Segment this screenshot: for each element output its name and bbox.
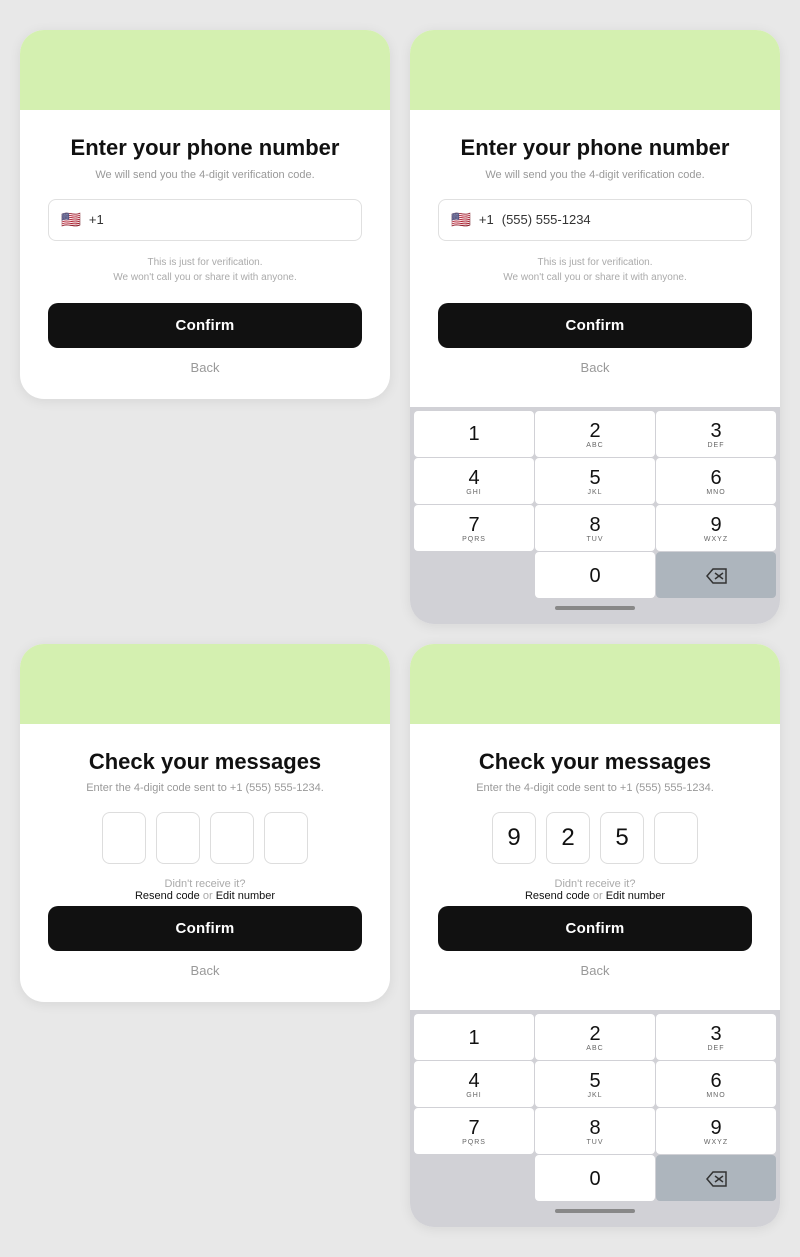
key4-0[interactable]: 0: [535, 1155, 655, 1201]
key-3[interactable]: 3DEF: [656, 411, 776, 457]
card-body-1: Enter your phone number We will send you…: [20, 110, 390, 399]
edit-number-link-4[interactable]: Edit number: [606, 890, 665, 902]
keypad-grid-4: 1 2ABC 3DEF 4GHI 5JKL 6MNO 7PQRS 8TUV 9W…: [414, 1014, 776, 1201]
confirm-button-2[interactable]: Confirm: [438, 303, 752, 348]
code-box-4-3[interactable]: 5: [600, 812, 644, 864]
screen2-title: Enter your phone number: [438, 134, 752, 163]
phone-entry-simple-card: Enter your phone number We will send you…: [20, 30, 390, 399]
check-messages-simple-card: Check your messages Enter the 4-digit co…: [20, 644, 390, 1003]
resend-code-link-4[interactable]: Resend code: [525, 890, 590, 902]
flag-emoji-2: 🇺🇸: [451, 210, 471, 230]
screen1-title: Enter your phone number: [48, 134, 362, 163]
home-indicator-2: [414, 598, 776, 620]
country-code-1: +1: [89, 212, 104, 227]
code-box-3-1[interactable]: [102, 812, 146, 864]
resend-code-link-3[interactable]: Resend code: [135, 890, 200, 902]
key-0[interactable]: 0: [535, 552, 655, 598]
code-box-3-3[interactable]: [210, 812, 254, 864]
screen3-subtitle: Enter the 4-digit code sent to +1 (555) …: [48, 782, 362, 794]
home-indicator-4: [414, 1201, 776, 1223]
key-8[interactable]: 8TUV: [535, 505, 655, 551]
code-inputs-3: [48, 812, 362, 864]
card-body-2: Enter your phone number We will send you…: [410, 110, 780, 399]
verification-note-1: This is just for verification. We won't …: [48, 255, 362, 285]
key-9[interactable]: 9WXYZ: [656, 505, 776, 551]
edit-number-link-3[interactable]: Edit number: [216, 890, 275, 902]
keypad-2: 1 2ABC 3DEF 4GHI 5JKL 6MNO 7PQRS 8TUV 9W…: [410, 407, 780, 624]
key4-9[interactable]: 9WXYZ: [656, 1108, 776, 1154]
key4-3[interactable]: 3DEF: [656, 1014, 776, 1060]
flag-emoji-1: 🇺🇸: [61, 210, 81, 230]
back-link-2[interactable]: Back: [438, 360, 752, 379]
code-box-4-1[interactable]: 9: [492, 812, 536, 864]
or-text-3: or: [203, 890, 216, 902]
delete-key[interactable]: [656, 552, 776, 598]
confirm-button-3[interactable]: Confirm: [48, 906, 362, 951]
key-2[interactable]: 2ABC: [535, 411, 655, 457]
code-box-4-2[interactable]: 2: [546, 812, 590, 864]
key4-4[interactable]: 4GHI: [414, 1061, 534, 1107]
check-messages-keypad-card: Check your messages Enter the 4-digit co…: [410, 644, 780, 1228]
screen4-title: Check your messages: [438, 748, 752, 777]
key4-7[interactable]: 7PQRS: [414, 1108, 534, 1154]
key-1[interactable]: 1: [414, 411, 534, 457]
verification-note-2: This is just for verification. We won't …: [438, 255, 752, 285]
screen2-subtitle: We will send you the 4-digit verificatio…: [438, 169, 752, 181]
key4-6[interactable]: 6MNO: [656, 1061, 776, 1107]
home-bar-4: [555, 1209, 635, 1213]
card-header-green-4: [410, 644, 780, 724]
phone-entry-keypad-card: Enter your phone number We will send you…: [410, 30, 780, 624]
resend-row-4: Didn't receive it? Resend code or Edit n…: [438, 878, 752, 902]
home-bar-2: [555, 606, 635, 610]
phone-value-2: (555) 555-1234: [502, 212, 739, 227]
code-box-3-4[interactable]: [264, 812, 308, 864]
back-link-3[interactable]: Back: [48, 963, 362, 982]
screen1-subtitle: We will send you the 4-digit verificatio…: [48, 169, 362, 181]
key4-1[interactable]: 1: [414, 1014, 534, 1060]
key-4[interactable]: 4GHI: [414, 458, 534, 504]
phone-input-row-1[interactable]: 🇺🇸 +1: [48, 199, 362, 241]
card-body-4: Check your messages Enter the 4-digit co…: [410, 724, 780, 1003]
keypad-4: 1 2ABC 3DEF 4GHI 5JKL 6MNO 7PQRS 8TUV 9W…: [410, 1010, 780, 1227]
confirm-button-1[interactable]: Confirm: [48, 303, 362, 348]
key4-2[interactable]: 2ABC: [535, 1014, 655, 1060]
key4-8[interactable]: 8TUV: [535, 1108, 655, 1154]
screen3-title: Check your messages: [48, 748, 362, 777]
card-header-green-1: [20, 30, 390, 110]
code-box-3-2[interactable]: [156, 812, 200, 864]
confirm-button-4[interactable]: Confirm: [438, 906, 752, 951]
back-link-1[interactable]: Back: [48, 360, 362, 379]
phone-input-row-2[interactable]: 🇺🇸 +1 (555) 555-1234: [438, 199, 752, 241]
card-header-green-2: [410, 30, 780, 110]
key-7[interactable]: 7PQRS: [414, 505, 534, 551]
or-text-4: or: [593, 890, 606, 902]
keypad-grid-2: 1 2ABC 3DEF 4GHI 5JKL 6MNO 7PQRS 8TUV 9W…: [414, 411, 776, 598]
key-5[interactable]: 5JKL: [535, 458, 655, 504]
key4-5[interactable]: 5JKL: [535, 1061, 655, 1107]
key-6[interactable]: 6MNO: [656, 458, 776, 504]
country-code-2: +1: [479, 212, 494, 227]
code-box-4-4[interactable]: [654, 812, 698, 864]
delete-key-4[interactable]: [656, 1155, 776, 1201]
resend-row-3: Didn't receive it? Resend code or Edit n…: [48, 878, 362, 902]
card-body-3: Check your messages Enter the 4-digit co…: [20, 724, 390, 1003]
card-header-green-3: [20, 644, 390, 724]
code-inputs-4: 9 2 5: [438, 812, 752, 864]
screen4-subtitle: Enter the 4-digit code sent to +1 (555) …: [438, 782, 752, 794]
back-link-4[interactable]: Back: [438, 963, 752, 982]
